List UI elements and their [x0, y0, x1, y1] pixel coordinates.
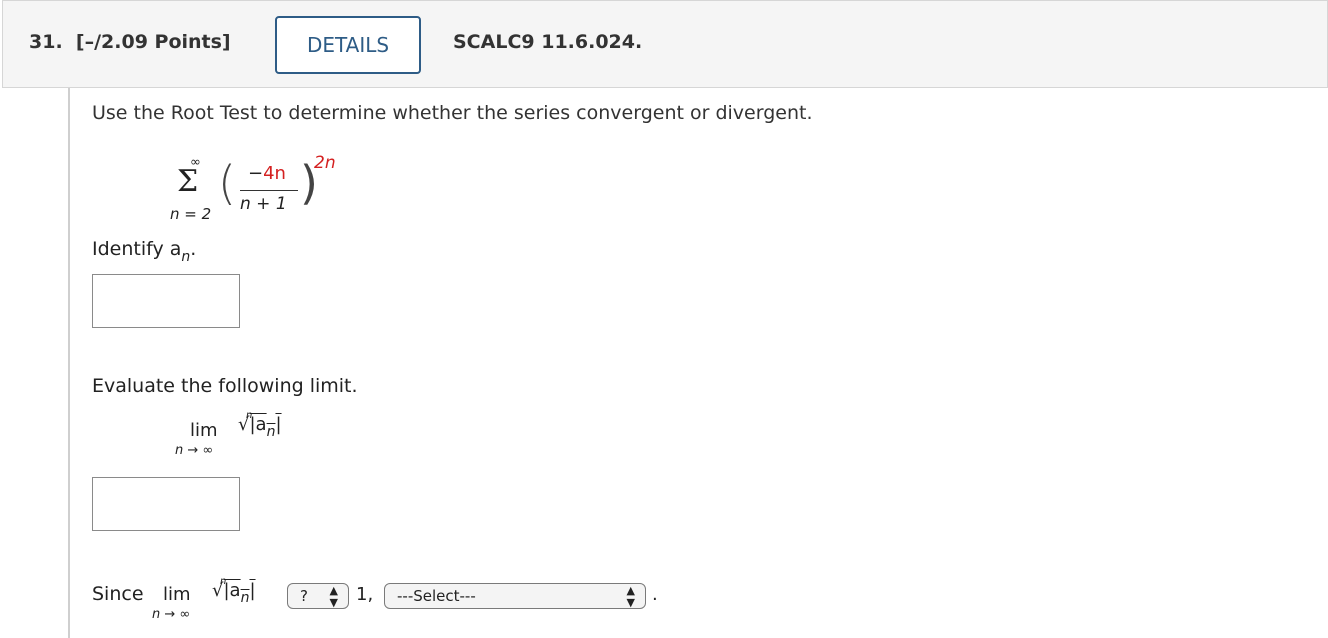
- comparison-select[interactable]: ? ▲ ▼: [287, 583, 349, 609]
- details-button[interactable]: DETAILS: [275, 16, 421, 74]
- limit-subscript: n → ∞: [175, 443, 214, 458]
- updown-arrow-icon: ▲ ▼: [626, 584, 635, 609]
- one-label: 1,: [356, 584, 374, 605]
- sigma-icon: Σ: [177, 164, 199, 199]
- question-header: 31. [–/2.09 Points] DETAILS SCALC9 11.6.…: [2, 0, 1328, 88]
- sum-lower-limit: n = 2: [170, 205, 212, 223]
- left-paren: (: [218, 156, 236, 210]
- fraction-bar: [240, 190, 298, 191]
- nth-root-expression: n √|an|: [238, 410, 282, 440]
- since-label: Since: [92, 583, 144, 605]
- an-answer-input[interactable]: [92, 274, 240, 328]
- problem-code: SCALC9 11.6.024.: [453, 31, 643, 53]
- points-label: [–/2.09 Points]: [75, 31, 231, 53]
- series-exponent: 2n: [314, 153, 336, 173]
- identify-label: Identify an.: [92, 238, 197, 265]
- updown-arrow-icon: ▲ ▼: [329, 584, 338, 609]
- fraction-denominator: n + 1: [240, 194, 287, 214]
- evaluate-label: Evaluate the following limit.: [92, 375, 358, 397]
- fraction-numerator: −4n: [248, 163, 286, 184]
- conclusion-select[interactable]: ---Select--- ▲ ▼: [384, 583, 646, 609]
- problem-prompt: Use the Root Test to determine whether t…: [92, 102, 813, 124]
- question-number: 31. [–/2.09 Points]: [29, 31, 231, 53]
- nth-root-expression-2: n √|an|: [212, 576, 256, 606]
- content-left-border: [68, 88, 70, 638]
- limit-subscript-2: n → ∞: [152, 607, 191, 622]
- limit-answer-input[interactable]: [92, 477, 240, 531]
- limit-word: lim: [190, 420, 218, 441]
- limit-word-2: lim: [163, 584, 191, 605]
- period-label: .: [652, 584, 658, 605]
